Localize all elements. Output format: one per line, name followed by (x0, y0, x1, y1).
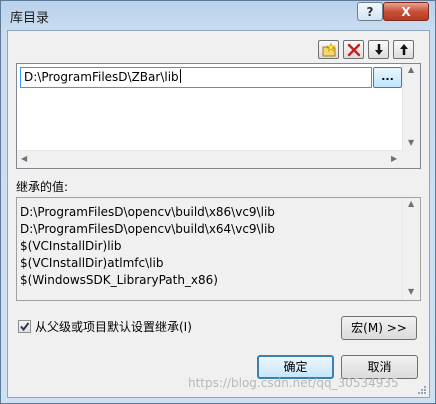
path-value: D:\ProgramFilesD\ZBar\lib (24, 70, 179, 84)
scroll-up-arrow-icon[interactable]: ▲ (408, 65, 414, 74)
inherited-values-box: D:\ProgramFilesD\opencv\build\x86\vc9\li… (16, 197, 421, 301)
window-title: 库目录 (10, 11, 50, 26)
macros-button[interactable]: 宏(M) >> (341, 316, 417, 340)
close-button[interactable]: X (383, 2, 429, 21)
help-button[interactable]: ? (357, 2, 383, 21)
path-list[interactable]: D:\ProgramFilesD\ZBar\lib ... ▲ ▼ ◀ ▶ (16, 63, 421, 169)
scroll-up-arrow-icon[interactable]: ▲ (408, 199, 414, 208)
path-list-vscrollbar[interactable]: ▲ ▼ (402, 64, 420, 151)
inherit-checkbox[interactable] (18, 320, 31, 333)
delete-icon (347, 43, 361, 57)
title-bar[interactable]: 库目录 ? X (1, 1, 435, 29)
inherited-values-vscrollbar[interactable]: ▲ ▼ (402, 198, 420, 300)
inherited-value-item: $(VCInstallDir)atlmfc\lib (20, 256, 164, 270)
scroll-right-arrow-icon[interactable]: ▶ (391, 154, 397, 163)
inherit-checkbox-label[interactable]: 从父级或项目默认设置继承(I) (35, 318, 192, 335)
text-caret (179, 69, 181, 83)
scroll-left-arrow-icon[interactable]: ◀ (21, 154, 27, 163)
inherited-value-item: D:\ProgramFilesD\opencv\build\x86\vc9\li… (20, 205, 275, 219)
move-up-icon (400, 44, 408, 55)
inherited-values-label: 继承的值: (16, 180, 69, 194)
move-down-icon (375, 44, 383, 55)
watermark: https://blog.csdn.net/qq_30534935 (188, 376, 399, 390)
move-down-button[interactable] (368, 40, 389, 59)
inherited-value-item: D:\ProgramFilesD\opencv\build\x64\vc9\li… (20, 222, 275, 236)
dialog-window: 库目录 ? X D:\ProgramFilesD\ZBar\lib ... ▲ … (0, 0, 436, 404)
new-line-button[interactable] (318, 40, 339, 59)
resize-grip-icon[interactable] (417, 385, 427, 395)
path-edit-field[interactable]: D:\ProgramFilesD\ZBar\lib (20, 67, 372, 88)
move-up-button[interactable] (393, 40, 414, 59)
inherited-value-item: $(VCInstallDir)lib (20, 239, 122, 253)
new-folder-icon (322, 43, 336, 57)
browse-button[interactable]: ... (373, 67, 402, 88)
scroll-down-arrow-icon[interactable]: ▼ (408, 138, 414, 147)
dialog-client: D:\ProgramFilesD\ZBar\lib ... ▲ ▼ ◀ ▶ 继承… (7, 30, 430, 398)
delete-line-button[interactable] (343, 40, 364, 59)
checkmark-icon (20, 322, 30, 332)
scroll-corner (403, 151, 420, 168)
inherited-value-item: $(WindowsSDK_LibraryPath_x86) (20, 273, 218, 287)
path-list-hscrollbar[interactable]: ◀ ▶ (17, 150, 403, 168)
scroll-down-arrow-icon[interactable]: ▼ (408, 287, 414, 296)
